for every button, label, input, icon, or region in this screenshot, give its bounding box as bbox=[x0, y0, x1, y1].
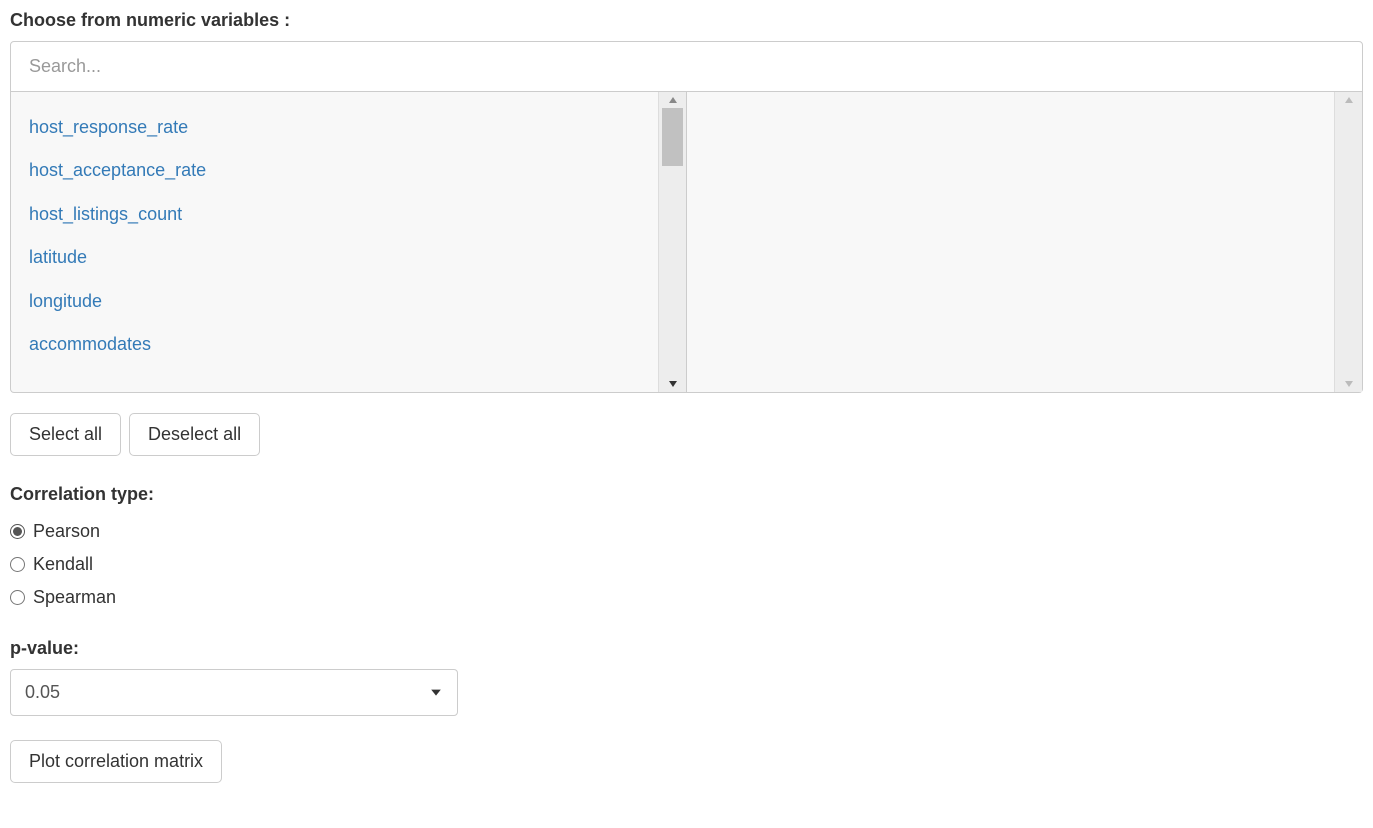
radio-label: Kendall bbox=[33, 554, 93, 575]
list-item[interactable]: host_acceptance_rate bbox=[29, 149, 640, 192]
selected-list[interactable] bbox=[687, 92, 1334, 392]
dual-list-container: host_response_ratehost_acceptance_rateho… bbox=[10, 92, 1363, 393]
selected-scrollbar[interactable] bbox=[1334, 92, 1362, 392]
selected-list-pane bbox=[687, 92, 1362, 392]
list-item[interactable]: accommodates bbox=[29, 323, 640, 366]
correlation-radio-pearson[interactable]: Pearson bbox=[10, 515, 1363, 548]
pvalue-select[interactable]: 0.05 bbox=[10, 669, 458, 716]
radio-input[interactable] bbox=[10, 590, 25, 605]
scroll-down-icon[interactable] bbox=[1335, 376, 1362, 392]
correlation-radio-group: Pearson Kendall Spearman bbox=[10, 515, 1363, 614]
list-item[interactable]: latitude bbox=[29, 236, 640, 279]
scroll-up-icon[interactable] bbox=[659, 92, 686, 108]
radio-input[interactable] bbox=[10, 524, 25, 539]
plot-correlation-button[interactable]: Plot correlation matrix bbox=[10, 740, 222, 783]
variables-label: Choose from numeric variables : bbox=[10, 10, 1363, 31]
scroll-down-icon[interactable] bbox=[659, 376, 686, 392]
correlation-radio-kendall[interactable]: Kendall bbox=[10, 548, 1363, 581]
pvalue-label: p-value: bbox=[10, 638, 1363, 659]
pvalue-value: 0.05 bbox=[25, 682, 60, 703]
scroll-up-icon[interactable] bbox=[1335, 92, 1362, 108]
available-list-pane: host_response_ratehost_acceptance_rateho… bbox=[11, 92, 687, 392]
radio-label: Spearman bbox=[33, 587, 116, 608]
available-list[interactable]: host_response_ratehost_acceptance_rateho… bbox=[11, 92, 658, 392]
list-item[interactable]: host_response_rate bbox=[29, 106, 640, 149]
search-input[interactable] bbox=[10, 41, 1363, 92]
radio-input[interactable] bbox=[10, 557, 25, 572]
list-item[interactable]: longitude bbox=[29, 280, 640, 323]
deselect-all-button[interactable]: Deselect all bbox=[129, 413, 260, 456]
correlation-radio-spearman[interactable]: Spearman bbox=[10, 581, 1363, 614]
available-scrollbar[interactable] bbox=[658, 92, 686, 392]
correlation-type-label: Correlation type: bbox=[10, 484, 1363, 505]
radio-label: Pearson bbox=[33, 521, 100, 542]
select-all-button[interactable]: Select all bbox=[10, 413, 121, 456]
list-item[interactable]: host_listings_count bbox=[29, 193, 640, 236]
scroll-thumb[interactable] bbox=[662, 108, 683, 166]
